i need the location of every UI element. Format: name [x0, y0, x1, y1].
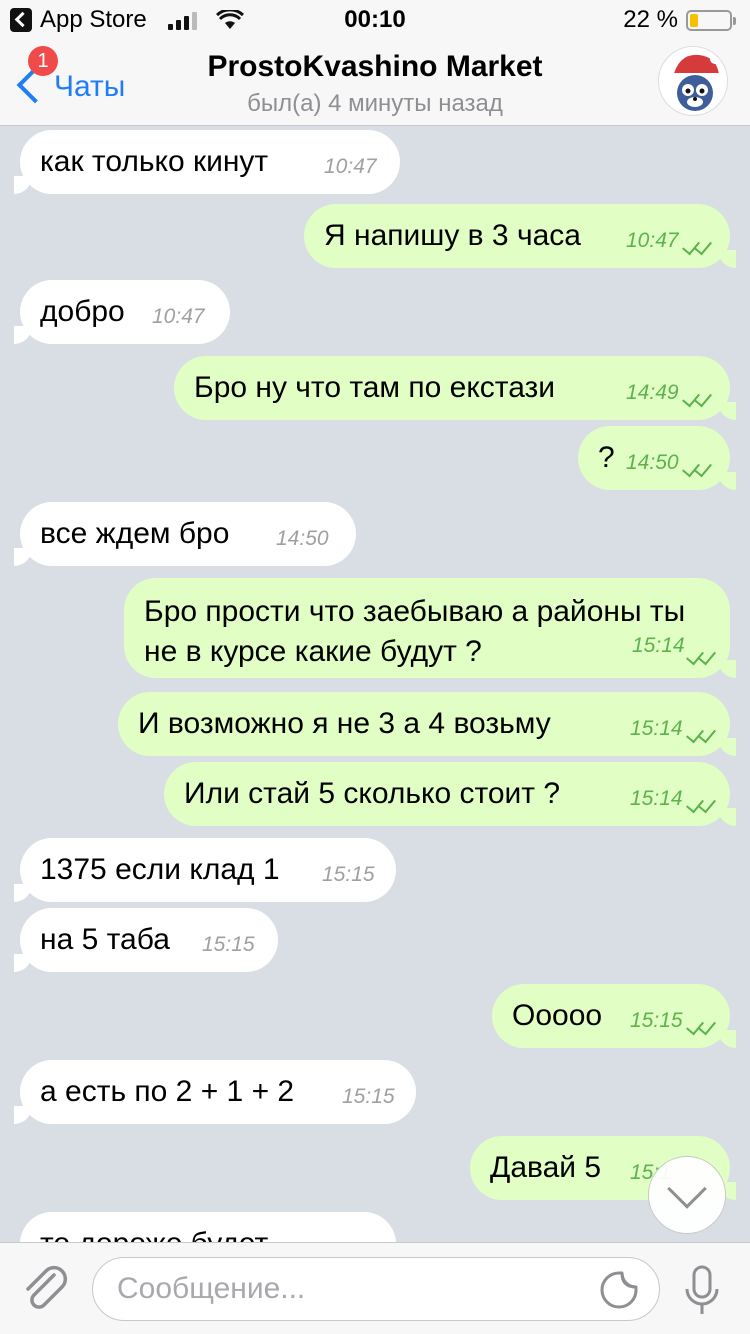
message-list[interactable]: как только кинут 10:47 Я напишу в 3 часа… — [0, 126, 750, 1242]
message-time: 14:50 — [276, 527, 329, 550]
message-time: 10:47 — [324, 155, 377, 178]
message-bubble[interactable]: И возможно я не 3 а 4 возьму 15:14 — [118, 692, 736, 756]
battery-percent: 22 % — [623, 6, 678, 33]
message-time: 15:14 — [630, 787, 683, 810]
message-input[interactable] — [92, 1257, 660, 1321]
message-text: то дороже будет — [40, 1227, 268, 1243]
message-bubble[interactable]: как только кинут 10:47 — [14, 130, 400, 194]
message-bubble[interactable]: 1375 если клад 1 15:15 — [14, 838, 396, 902]
message-text: И возможно я не 3 а 4 возьму — [138, 707, 551, 740]
bubble-tail — [14, 884, 32, 902]
double-check-icon — [682, 388, 718, 408]
bubble-tail — [718, 738, 736, 756]
sticker-icon[interactable] — [600, 1271, 638, 1309]
message-bubble[interactable]: на 5 таба 15:15 — [14, 908, 278, 972]
double-check-icon — [686, 724, 722, 744]
double-check-icon — [682, 236, 718, 256]
message-text: Давай 5 — [490, 1151, 602, 1184]
message-bubble[interactable]: Бро прости что заебываю а районы ты не в… — [124, 578, 736, 678]
message-time: 15:15 — [202, 933, 255, 956]
message-text: как только кинут — [40, 145, 269, 178]
avatar[interactable] — [658, 46, 728, 116]
message-text: все ждем бро — [40, 517, 230, 550]
message-bubble[interactable]: Или стай 5 сколько стоит ? 15:14 — [164, 762, 736, 826]
bubble-tail — [14, 954, 32, 972]
bubble-tail — [718, 660, 736, 678]
bubble-tail — [718, 250, 736, 268]
bubble-tail — [14, 548, 32, 566]
chevron-down-icon — [667, 1169, 707, 1209]
message-bubble[interactable]: все ждем бро 14:50 — [14, 502, 356, 566]
bubble-tail — [718, 472, 736, 490]
bubble-tail — [14, 326, 32, 344]
message-time: 14:50 — [626, 451, 679, 474]
message-time: 15:15 — [342, 1085, 395, 1108]
message-bubble[interactable]: то дороже будет — [20, 1212, 396, 1242]
bubble-tail — [718, 1030, 736, 1048]
message-time: 15:14 — [630, 717, 683, 740]
message-bubble[interactable]: добро 10:47 — [14, 280, 230, 344]
battery-icon — [686, 10, 736, 31]
message-text: Бро ну что там по екстази — [194, 371, 556, 404]
battery-level — [690, 14, 698, 27]
last-seen-status: был(а) 4 минуты назад — [247, 90, 503, 117]
message-text: на 5 таба — [40, 923, 170, 956]
paperclip-icon[interactable] — [20, 1261, 70, 1317]
double-check-icon — [686, 794, 722, 814]
bubble-tail — [718, 808, 736, 826]
chat-header: 1 Чаты ProstoKvashino Market был(а) 4 ми… — [0, 40, 750, 126]
cat-avatar-icon — [671, 54, 721, 111]
message-composer — [0, 1242, 750, 1334]
status-bar: App Store 00:10 22 % — [0, 0, 750, 40]
message-text: Ооооо — [512, 999, 603, 1032]
message-text: 1375 если клад 1 — [40, 853, 280, 886]
message-time: 10:47 — [152, 305, 205, 328]
bubble-tail — [14, 1106, 32, 1124]
message-bubble[interactable]: Ооооо 15:15 — [492, 984, 736, 1048]
message-bubble[interactable]: ? 14:50 — [578, 426, 736, 490]
chat-title[interactable]: ProstoKvashino Market — [150, 50, 600, 84]
back-button[interactable]: 1 Чаты — [14, 46, 154, 110]
message-time: 15:15 — [322, 863, 375, 886]
message-text: Или стай 5 сколько стоит ? — [184, 777, 561, 810]
message-time: 14:49 — [626, 381, 679, 404]
message-time: 15:15 — [630, 1009, 683, 1032]
message-text: добро — [40, 295, 125, 328]
message-bubble[interactable]: а есть по 2 + 1 + 2 15:15 — [14, 1060, 416, 1124]
bubble-tail — [14, 176, 32, 194]
double-check-icon — [682, 458, 718, 478]
message-bubble[interactable]: Я напишу в 3 часа 10:47 — [304, 204, 736, 268]
microphone-icon[interactable] — [682, 1263, 722, 1319]
message-text: Я напишу в 3 часа — [324, 219, 581, 252]
message-text: а есть по 2 + 1 + 2 — [40, 1075, 295, 1108]
message-text: ? — [598, 441, 615, 474]
bubble-tail — [718, 402, 736, 420]
double-check-icon — [686, 1016, 722, 1036]
message-bubble[interactable]: Бро ну что там по екстази 14:49 — [174, 356, 736, 420]
message-time: 10:47 — [626, 229, 679, 252]
scroll-to-bottom-button[interactable] — [648, 1156, 726, 1234]
back-label: Чаты — [54, 70, 126, 103]
message-time: 15:14 — [632, 634, 685, 657]
double-check-icon — [686, 646, 722, 666]
message-text: Бро прости что заебываю а районы ты не в… — [144, 595, 686, 668]
